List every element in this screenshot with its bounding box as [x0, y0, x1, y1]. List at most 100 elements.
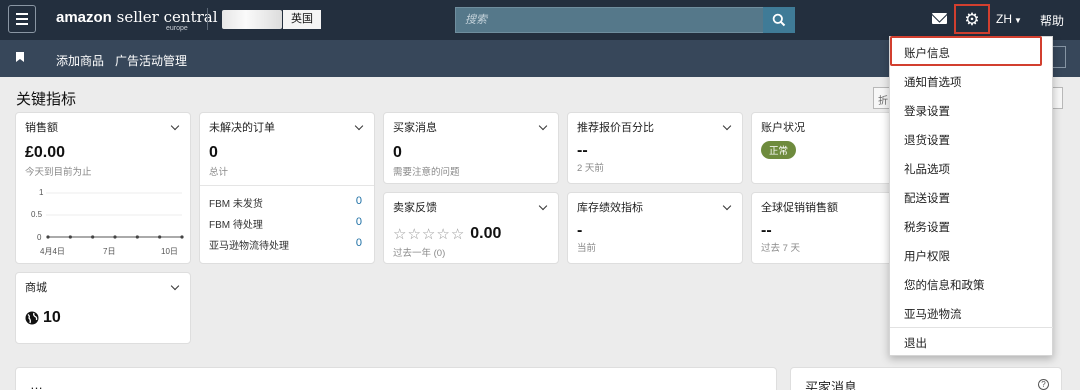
orders-row-value[interactable]: 0 — [356, 237, 362, 252]
buyer-messages-panel-title: 买家消息 — [805, 380, 858, 390]
bottom-left-panel: … — [15, 367, 777, 390]
mail-icon[interactable] — [932, 13, 947, 24]
logo-product-text: seller central — [116, 8, 218, 26]
page-title: 关键指标 — [16, 91, 77, 108]
store-value: 10 — [43, 309, 61, 326]
menu-item-info-and-policies[interactable]: 您的信息和政策 — [904, 277, 985, 293]
sales-data-point — [46, 235, 50, 239]
account-name-redacted[interactable] — [222, 10, 282, 29]
y-tick: 0.5 — [31, 210, 43, 219]
orders-row-label: 亚马逊物流待处理 — [209, 241, 289, 252]
sales-card-title: 销售额 — [25, 122, 58, 134]
menu-item-tax-settings[interactable]: 税务设置 — [904, 219, 950, 235]
chevron-down-icon[interactable] — [722, 121, 732, 130]
orders-row-value[interactable]: 0 — [356, 216, 362, 231]
account-health-card: 账户状况 正常 — [751, 112, 901, 184]
caret-down-icon: ▼ — [1014, 16, 1022, 25]
feedback-caption: 过去一年 (0) — [393, 248, 446, 259]
hamburger-menu-icon[interactable] — [8, 5, 36, 33]
subnav-campaign-manager[interactable]: 广告活动管理 — [115, 52, 187, 69]
sales-value: £0.00 — [25, 144, 66, 161]
language-selector[interactable]: ZH ▼ — [996, 12, 1022, 26]
orders-row-value[interactable]: 0 — [356, 195, 362, 210]
store-title: 商城 — [25, 282, 47, 294]
sales-data-point — [180, 235, 184, 239]
chevron-down-icon[interactable] — [354, 121, 364, 130]
sales-data-point — [158, 235, 162, 239]
featured-offer-title: 推荐报价百分比 — [577, 122, 654, 134]
account-health-title: 账户状况 — [761, 122, 805, 134]
y-tick: 1 — [39, 188, 44, 197]
help-link[interactable]: 帮助 — [1040, 12, 1064, 29]
search-input[interactable] — [455, 7, 763, 33]
store-card: 商城 10 — [15, 272, 191, 344]
globe-icon — [25, 311, 39, 325]
header-divider — [207, 8, 208, 30]
seller-feedback-card: 卖家反馈 ☆ ☆ ☆ ☆ ☆ 0.00 过去一年 (0) — [383, 192, 559, 264]
featured-offer-card: 推荐报价百分比 -- 2 天前 — [567, 112, 743, 184]
gear-icon: ⚙ — [964, 9, 980, 29]
marketplace-selector[interactable]: 英国 — [283, 10, 321, 29]
inventory-value: - — [577, 222, 583, 239]
store-value-row[interactable]: 10 — [25, 309, 181, 327]
menu-item-notification-preferences[interactable]: 通知首选项 — [904, 74, 962, 90]
menu-item-return-settings[interactable]: 退货设置 — [904, 132, 950, 148]
menu-item-user-permissions[interactable]: 用户权限 — [904, 248, 950, 264]
help-icon[interactable]: ? — [1038, 379, 1049, 390]
chevron-down-icon[interactable] — [170, 281, 180, 290]
buyer-messages-panel: 买家消息 ? — [790, 367, 1062, 390]
menu-item-fba[interactable]: 亚马逊物流 — [904, 306, 962, 322]
language-label: ZH — [996, 12, 1012, 26]
menu-item-login-settings[interactable]: 登录设置 — [904, 103, 950, 119]
orders-row-label: FBM 未发货 — [209, 199, 263, 210]
subnav-add-product[interactable]: 添加商品 — [56, 52, 104, 69]
orders-row[interactable]: FBM 待处理 0 — [209, 216, 362, 231]
x-tick: 7日 — [103, 247, 116, 256]
search-icon — [772, 13, 786, 27]
menu-item-logout[interactable]: 退出 — [904, 335, 927, 351]
global-promo-title: 全球促销销售额 — [761, 202, 838, 214]
search-button[interactable] — [763, 7, 795, 33]
menu-item-shipping-settings[interactable]: 配送设置 — [904, 190, 950, 206]
sales-data-point — [91, 235, 95, 239]
logo-amazon-text: amazon — [56, 9, 112, 26]
global-promo-value: -- — [761, 222, 772, 239]
orders-row-label: FBM 待处理 — [209, 220, 263, 231]
orders-row[interactable]: FBM 未发货 0 — [209, 195, 362, 210]
sales-data-point — [135, 235, 139, 239]
chevron-down-icon[interactable] — [170, 121, 180, 130]
menu-divider — [890, 327, 1053, 328]
amazon-seller-central-logo[interactable]: amazon seller central — [56, 9, 218, 26]
menu-item-gift-options[interactable]: 礼品选项 — [904, 161, 950, 177]
buyer-messages-card: 买家消息 0 需要注意的问题 — [383, 112, 559, 184]
orders-caption: 总计 — [209, 167, 229, 178]
featured-offer-value: -- — [577, 142, 588, 159]
bottom-left-title: … — [30, 377, 43, 390]
orders-value[interactable]: 0 — [209, 144, 365, 162]
feedback-title: 卖家反馈 — [393, 202, 437, 214]
menu-item-account-info[interactable]: 账户信息 — [904, 45, 950, 61]
global-promo-sales-card: 全球促销销售额 -- 过去 7 天 — [751, 192, 901, 264]
sales-data-point — [68, 235, 72, 239]
y-tick: 0 — [37, 233, 42, 242]
chevron-down-icon[interactable] — [538, 121, 548, 130]
featured-offer-caption: 2 天前 — [577, 163, 604, 174]
star-rating: ☆ ☆ ☆ ☆ ☆ 0.00 — [393, 225, 549, 243]
global-promo-caption: 过去 7 天 — [761, 243, 801, 254]
sales-caption: 今天到目前为止 — [25, 167, 92, 178]
buyer-messages-value[interactable]: 0 — [393, 144, 549, 162]
feedback-rating: 0.00 — [470, 225, 502, 242]
settings-gear-button[interactable]: ⚙ — [954, 4, 990, 34]
status-badge[interactable]: 正常 — [761, 141, 797, 159]
inventory-title: 库存绩效指标 — [577, 202, 643, 214]
buyer-messages-title: 买家消息 — [393, 122, 437, 134]
sales-data-point — [113, 235, 117, 239]
orders-row[interactable]: 亚马逊物流待处理 0 — [209, 237, 362, 252]
buyer-messages-caption: 需要注意的问题 — [393, 167, 460, 178]
sales-chart — [46, 192, 184, 239]
sales-card: 销售额 £0.00 今天到目前为止 1 0.5 0 4月4日 7日 10日 — [15, 112, 191, 264]
star-icon: ☆ — [407, 225, 421, 243]
star-icon: ☆ — [436, 225, 450, 243]
chevron-down-icon[interactable] — [538, 201, 548, 210]
chevron-down-icon[interactable] — [722, 201, 732, 210]
